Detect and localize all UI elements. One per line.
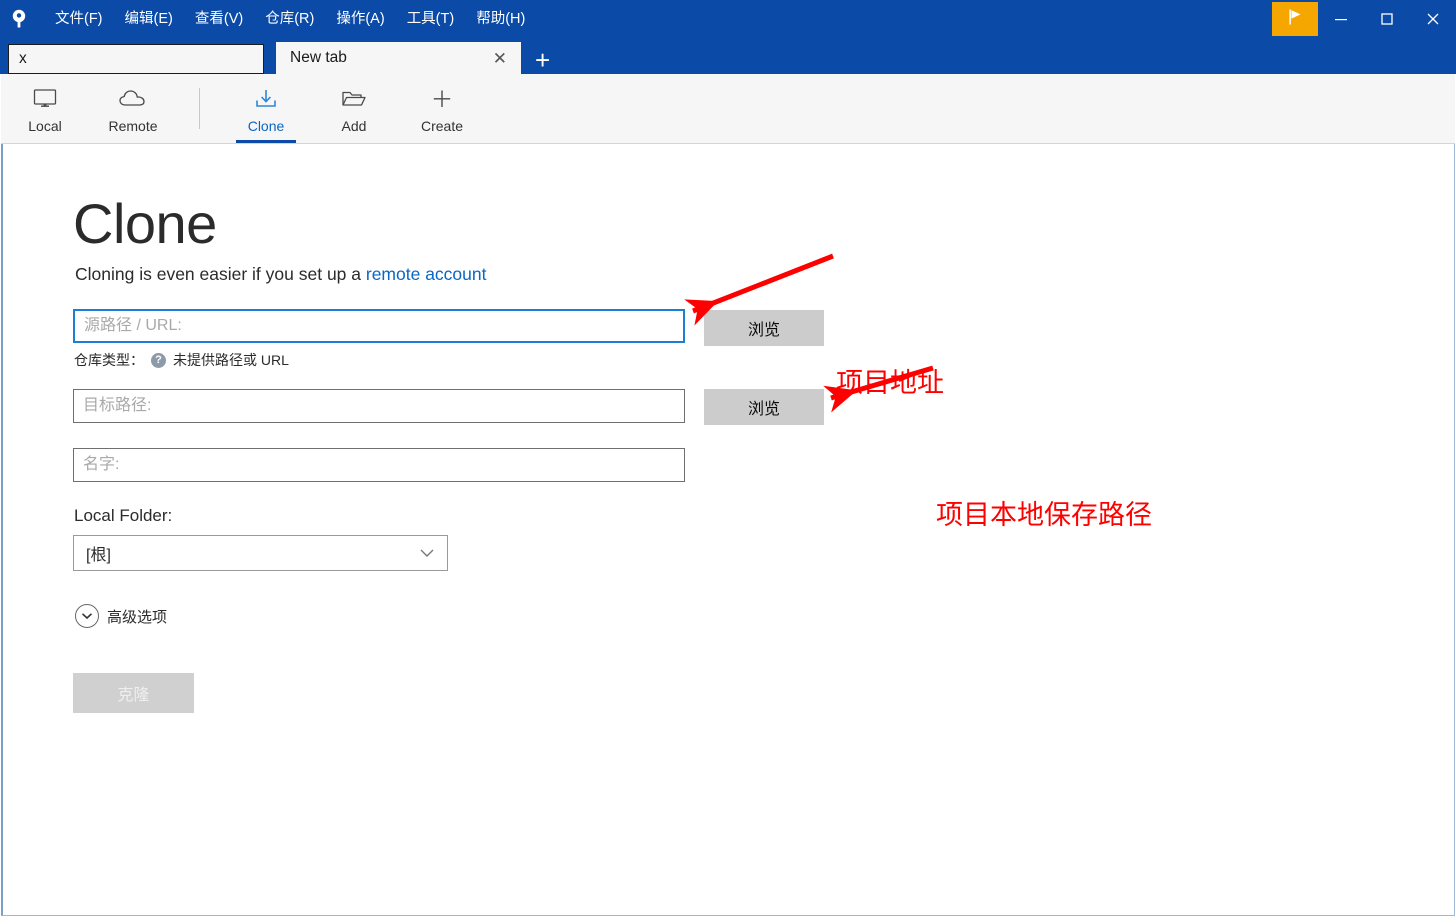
minimize-icon <box>1335 19 1347 21</box>
local-folder-label: Local Folder: <box>74 506 173 525</box>
page-title: Clone <box>73 192 217 255</box>
repository-type-row: 仓库类型： ? 未提供路径或 URL <box>74 350 289 370</box>
tab-strip: x New tab ✕ + <box>0 38 1456 74</box>
title-bar: 文件(F) 编辑(E) 查看(V) 仓库(R) 操作(A) 工具(T) 帮助(H… <box>0 0 1456 38</box>
close-icon <box>1427 13 1439 25</box>
chevron-down-icon <box>419 548 435 558</box>
name-input[interactable] <box>73 448 685 482</box>
repository-type-status: 未提供路径或 URL <box>173 352 289 368</box>
chevron-down-circle-icon <box>75 604 99 628</box>
advanced-options-toggle[interactable]: 高级选项 <box>75 604 167 628</box>
window-controls <box>1272 0 1456 38</box>
browse-destination-button[interactable]: 浏览 <box>704 389 824 425</box>
tab-new-tab[interactable]: New tab ✕ <box>276 42 521 74</box>
close-button[interactable] <box>1410 0 1456 38</box>
new-tab-button[interactable]: + <box>529 47 556 73</box>
toolbar-label: Clone <box>247 117 285 134</box>
toolbar-button-local[interactable]: Local <box>1 74 89 143</box>
menu-item-view[interactable]: 查看(V) <box>184 8 254 31</box>
tab-label: x <box>19 50 27 67</box>
flag-icon <box>1285 7 1305 32</box>
minimize-button[interactable] <box>1318 0 1364 38</box>
cloud-icon <box>118 84 148 114</box>
toolbar-divider <box>199 88 200 129</box>
toolbar-button-create[interactable]: Create <box>398 74 486 143</box>
browse-source-button[interactable]: 浏览 <box>704 310 824 346</box>
menu-item-tools[interactable]: 工具(T) <box>396 8 466 31</box>
tab-x[interactable]: x <box>8 44 264 74</box>
app-logo <box>0 0 38 38</box>
repository-type-label: 仓库类型： <box>74 352 144 368</box>
destination-path-input[interactable] <box>73 389 685 423</box>
local-folder-select[interactable]: [根] <box>73 535 448 571</box>
flag-button[interactable] <box>1272 2 1318 36</box>
download-icon <box>253 84 279 114</box>
annotation-arrows <box>684 253 934 413</box>
menu-item-help[interactable]: 帮助(H) <box>465 8 536 31</box>
help-icon[interactable]: ? <box>151 352 166 368</box>
local-folder-value: [根] <box>86 547 111 564</box>
monitor-icon <box>32 84 58 114</box>
toolbar-button-clone[interactable]: Clone <box>222 74 310 143</box>
remote-account-link[interactable]: remote account <box>366 264 487 284</box>
advanced-options-label: 高级选项 <box>107 608 168 626</box>
toolbar-label: Add <box>341 117 367 134</box>
maximize-button[interactable] <box>1364 0 1410 38</box>
clone-button[interactable]: 克隆 <box>73 673 194 713</box>
toolbar: Local Remote Clone Add Create <box>1 74 1455 144</box>
plus-icon <box>429 84 455 114</box>
maximize-icon <box>1381 13 1393 25</box>
clone-panel: Clone Cloning is even easier if you set … <box>1 144 1455 916</box>
page-subtitle: Cloning is even easier if you set up a r… <box>75 264 487 285</box>
menu-item-repository[interactable]: 仓库(R) <box>254 8 325 31</box>
sourcetree-logo-icon <box>7 7 31 31</box>
menu-item-actions[interactable]: 操作(A) <box>325 8 395 31</box>
toolbar-label: Remote <box>108 117 158 134</box>
toolbar-right-group: Clone Add Create <box>222 74 486 143</box>
toolbar-left-group: Local Remote <box>1 74 177 143</box>
toolbar-label: Local <box>28 117 62 134</box>
annotation-label-project-url: 项目地址 <box>836 368 944 399</box>
tab-close-icon[interactable]: ✕ <box>487 50 513 67</box>
menu-item-file[interactable]: 文件(F) <box>44 8 114 31</box>
menu-bar: 文件(F) 编辑(E) 查看(V) 仓库(R) 操作(A) 工具(T) 帮助(H… <box>44 0 536 38</box>
folder-icon <box>340 84 368 114</box>
annotation-arrow-1 <box>684 253 834 326</box>
toolbar-button-add[interactable]: Add <box>310 74 398 143</box>
toolbar-label: Create <box>420 117 464 134</box>
page-subtitle-text: Cloning is even easier if you set up a <box>75 264 366 284</box>
tab-label: New tab <box>290 49 347 66</box>
menu-item-edit[interactable]: 编辑(E) <box>114 8 184 31</box>
toolbar-button-remote[interactable]: Remote <box>89 74 177 143</box>
annotation-label-local-save-path: 项目本地保存路径 <box>936 500 1152 531</box>
source-path-input[interactable] <box>73 309 685 343</box>
